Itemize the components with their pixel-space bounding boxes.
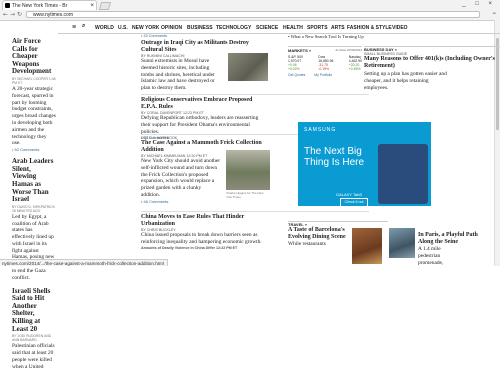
- story-summary: New York City should avoid another self-…: [141, 158, 221, 198]
- portfolio-link[interactable]: My Portfolio: [314, 73, 332, 77]
- nav-us[interactable]: U.S.: [118, 25, 128, 31]
- search-icon[interactable]: ⌕: [82, 23, 85, 30]
- market-dow[interactable]: Dow 16,880.36 -31.75 -0.19%: [318, 55, 333, 71]
- right-story: In Paris, a Playful Path Along the Seine…: [418, 232, 494, 266]
- get-quotes-link[interactable]: Get Quotes: [288, 73, 305, 77]
- nav-health[interactable]: HEALTH: [283, 25, 303, 31]
- ad-brand: SAMSUNG: [304, 127, 337, 133]
- story-headline[interactable]: Outrage in Iraqi City as Militants Destr…: [141, 40, 269, 54]
- nav-science[interactable]: SCIENCE: [256, 25, 278, 31]
- nav-sports[interactable]: SPORTS: [307, 25, 328, 31]
- markets-widget: MARKETS » At close 07/30/2014 S.&P. 500 1…: [288, 46, 362, 77]
- partial-comments[interactable]: • 33 Comments: [141, 34, 167, 38]
- story-summary: Led by Egypt, a coalition of Arab states…: [12, 213, 55, 281]
- story-summary: A 1.4 mile pedestrian promenade,: [418, 246, 444, 266]
- story-headline[interactable]: Religious Conservatives Embrace Proposed…: [141, 97, 269, 111]
- divider: [141, 211, 369, 212]
- nyt-favicon-icon: [5, 3, 10, 8]
- story-summary: China issued proposals to break down bar…: [141, 232, 262, 245]
- samsung-ad[interactable]: SAMSUNG The Next Big Thing Is Here GALAX…: [298, 122, 431, 206]
- browser-chrome: The New York Times - Br × _ □ × ← → ↻ ww…: [0, 0, 500, 21]
- ad-cta-button[interactable]: Check it out: [340, 198, 368, 206]
- partial-story-link[interactable]: • What a New Search Tool Is Turning Up: [288, 34, 364, 39]
- travel-photo[interactable]: [352, 228, 382, 264]
- menu-icon[interactable]: ≡: [493, 11, 496, 17]
- story-headline[interactable]: Air Force Calls for Cheaper Weapons Deve…: [12, 37, 56, 76]
- story-headline[interactable]: A Taste of Barcelona's Evolving Dining S…: [288, 227, 350, 241]
- paris-photo[interactable]: [389, 228, 415, 258]
- story-summary: Sunni extremists in Mosul have deemed hi…: [141, 58, 215, 92]
- story-summary: A 20-year strategic forecast, spurred in…: [12, 85, 56, 147]
- markets-header[interactable]: MARKETS »: [288, 48, 311, 53]
- story-headline[interactable]: In Paris, a Playful Path Along the Seine: [418, 232, 494, 246]
- mid-story-4: China Moves to Ease Rules That Hinder Ur…: [141, 214, 269, 250]
- tab-title: The New York Times - Br: [12, 3, 68, 9]
- nav-video[interactable]: VIDEO: [392, 25, 408, 31]
- nav-technology[interactable]: TECHNOLOGY: [216, 25, 251, 31]
- comments-link[interactable]: • 52 Comments: [12, 147, 56, 152]
- window-controls[interactable]: _ □ ×: [462, 1, 496, 7]
- hamburger-icon[interactable]: ≡: [72, 24, 76, 31]
- story-summary: Defying Republican orthodoxy, leaders ar…: [141, 115, 259, 135]
- divider: [141, 94, 369, 95]
- story-byline: By David D. Kirkpatrick 28 minutes ago: [12, 204, 55, 213]
- iraq-photo[interactable]: [228, 53, 268, 81]
- markets-asof: At close 07/30/2014: [335, 48, 362, 52]
- status-bar: nytimes.com/2014/.../the-case-against-a-…: [0, 259, 168, 266]
- nav-opinion[interactable]: OPINION: [161, 25, 182, 31]
- comments-link[interactable]: • 46 Comments: [141, 199, 221, 204]
- nav-arts[interactable]: ARTS: [331, 25, 345, 31]
- left-column: Air Force Calls for Cheaper Weapons Deve…: [0, 37, 56, 370]
- close-tab-icon[interactable]: ×: [90, 1, 94, 10]
- business-day: BUSINESS DAY » Small Business Guide Many…: [364, 46, 500, 91]
- story-byline: By Michael Cooper 1:48 PM ET: [12, 76, 56, 85]
- story-summary: Palestinian officials said that at least…: [12, 343, 55, 370]
- story-headline[interactable]: China Moves to Ease Rules That Hinder Ur…: [141, 214, 269, 228]
- ad-headline: The Next Big Thing Is Here: [304, 146, 365, 168]
- header-divider: [58, 33, 500, 34]
- mid-story-3: Dot.N.Y. Notebook The Case Against a Mam…: [141, 136, 262, 204]
- ad-product: GALAXY TabS: [336, 192, 363, 197]
- market-nasdaq[interactable]: Nasdaq 4,462.90 +20.20 +0.45%: [349, 55, 362, 71]
- nav-business[interactable]: BUSINESS: [187, 25, 213, 31]
- new-tab-button[interactable]: [98, 2, 112, 10]
- mid-story-1: Outrage in Iraqi City as Militants Destr…: [141, 40, 249, 92]
- story-byline: By Jodi Rudoren and Ann Barnard: [12, 334, 52, 343]
- related-link[interactable]: Amounts of Deadly Violence in China Diff…: [141, 246, 269, 250]
- market-sp500[interactable]: S.&P. 500 1,970.07 +0.06 +0.02%: [288, 55, 303, 71]
- url-text: www.nytimes.com: [33, 12, 74, 18]
- story-summary: Setting up a plan has gotten easier and …: [364, 71, 447, 91]
- nav-fashion-style[interactable]: FASHION & STYLE: [347, 25, 392, 31]
- address-bar[interactable]: www.nytimes.com: [26, 11, 480, 18]
- photo-caption: Charlie Higgins for The New York Times: [226, 191, 264, 199]
- browser-tab[interactable]: The New York Times - Br ×: [2, 0, 97, 10]
- story-headline[interactable]: Arab Leaders Silent, Viewing Hamas as Wo…: [12, 157, 56, 204]
- story-headline[interactable]: Many Reasons to Offer 401(k)s (Including…: [364, 56, 500, 70]
- nav-world[interactable]: WORLD: [95, 25, 114, 31]
- tablet-image: [378, 144, 428, 204]
- forward-arrow-icon[interactable]: →: [10, 11, 15, 18]
- back-arrow-icon[interactable]: ←: [3, 11, 8, 18]
- story-headline[interactable]: Israeli Shells Said to Hit Another Shelt…: [12, 287, 56, 334]
- reload-icon[interactable]: ↻: [17, 11, 22, 18]
- frick-photo[interactable]: [226, 150, 270, 190]
- nav-new-york[interactable]: NEW YORK: [132, 25, 159, 31]
